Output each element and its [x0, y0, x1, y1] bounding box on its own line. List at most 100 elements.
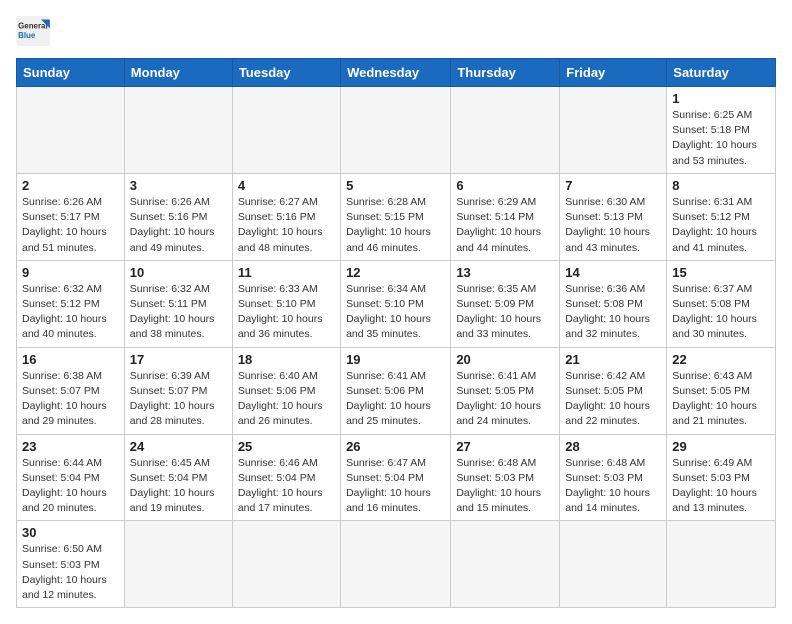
day-number: 12	[346, 265, 445, 280]
calendar-cell: 23Sunrise: 6:44 AMSunset: 5:04 PMDayligh…	[17, 434, 125, 521]
day-number: 27	[456, 439, 554, 454]
calendar-cell: 6 Sunrise: 6:29 AMSunset: 5:14 PMDaylight…	[451, 173, 560, 260]
day-number: 17	[130, 352, 227, 367]
day-info: Sunrise: 6:33 AMSunset: 5:10 PMDaylight:…	[238, 282, 335, 343]
day-info: Sunrise: 6:27 AMSunset: 5:16 PMDaylight:…	[238, 195, 335, 256]
day-of-week-header: Wednesday	[341, 59, 451, 87]
day-number: 13	[456, 265, 554, 280]
day-of-week-header: Monday	[124, 59, 232, 87]
calendar-cell	[232, 521, 340, 608]
day-number: 8	[672, 178, 770, 193]
calendar-cell: 28 Sunrise: 6:48 AMSunset: 5:03 PMDayligh…	[560, 434, 667, 521]
day-info: Sunrise: 6:37 AMSunset: 5:08 PMDaylight:…	[672, 282, 770, 343]
calendar-cell: 26 Sunrise: 6:47 AMSunset: 5:04 PMDayligh…	[341, 434, 451, 521]
logo: General Blue	[16, 16, 52, 46]
calendar-cell	[667, 521, 776, 608]
day-info: Sunrise: 6:49 AMSunset: 5:03 PMDaylight:…	[672, 456, 770, 517]
day-of-week-header: Saturday	[667, 59, 776, 87]
day-number: 1	[672, 91, 770, 106]
day-number: 2	[22, 178, 119, 193]
svg-text:General: General	[18, 21, 48, 30]
day-info: Sunrise: 6:29 AMSunset: 5:14 PMDaylight:…	[456, 195, 554, 256]
calendar-cell: 8 Sunrise: 6:31 AMSunset: 5:12 PMDaylight…	[667, 173, 776, 260]
calendar-cell	[232, 87, 340, 174]
day-number: 3	[130, 178, 227, 193]
day-number: 23	[22, 439, 119, 454]
day-info: Sunrise: 6:30 AMSunset: 5:13 PMDaylight:…	[565, 195, 661, 256]
day-of-week-header: Sunday	[17, 59, 125, 87]
day-info: Sunrise: 6:43 AMSunset: 5:05 PMDaylight:…	[672, 369, 770, 430]
calendar-cell: 1 Sunrise: 6:25 AMSunset: 5:18 PMDaylight…	[667, 87, 776, 174]
day-info: Sunrise: 6:45 AMSunset: 5:04 PMDaylight:…	[130, 456, 227, 517]
calendar-cell: 15 Sunrise: 6:37 AMSunset: 5:08 PMDayligh…	[667, 260, 776, 347]
day-number: 11	[238, 265, 335, 280]
day-number: 14	[565, 265, 661, 280]
calendar-cell: 2 Sunrise: 6:26 AMSunset: 5:17 PMDaylight…	[17, 173, 125, 260]
day-number: 21	[565, 352, 661, 367]
calendar-cell: 19 Sunrise: 6:41 AMSunset: 5:06 PMDayligh…	[341, 347, 451, 434]
day-number: 4	[238, 178, 335, 193]
calendar-cell: 17 Sunrise: 6:39 AMSunset: 5:07 PMDayligh…	[124, 347, 232, 434]
calendar-cell	[341, 521, 451, 608]
day-info: Sunrise: 6:47 AMSunset: 5:04 PMDaylight:…	[346, 456, 445, 517]
day-of-week-header: Friday	[560, 59, 667, 87]
day-number: 24	[130, 439, 227, 454]
day-info: Sunrise: 6:36 AMSunset: 5:08 PMDaylight:…	[565, 282, 661, 343]
day-number: 5	[346, 178, 445, 193]
day-info: Sunrise: 6:41 AMSunset: 5:06 PMDaylight:…	[346, 369, 445, 430]
calendar-cell	[451, 87, 560, 174]
calendar-cell: 9 Sunrise: 6:32 AMSunset: 5:12 PMDaylight…	[17, 260, 125, 347]
day-info: Sunrise: 6:31 AMSunset: 5:12 PMDaylight:…	[672, 195, 770, 256]
day-info: Sunrise: 6:46 AMSunset: 5:04 PMDaylight:…	[238, 456, 335, 517]
calendar-cell: 30 Sunrise: 6:50 AMSunset: 5:03 PMDayligh…	[17, 521, 125, 608]
day-number: 19	[346, 352, 445, 367]
day-number: 28	[565, 439, 661, 454]
calendar-cell: 5 Sunrise: 6:28 AMSunset: 5:15 PMDaylight…	[341, 173, 451, 260]
day-info: Sunrise: 6:32 AMSunset: 5:12 PMDaylight:…	[22, 282, 119, 343]
day-number: 29	[672, 439, 770, 454]
svg-text:Blue: Blue	[18, 31, 36, 40]
day-info: Sunrise: 6:32 AMSunset: 5:11 PMDaylight:…	[130, 282, 227, 343]
day-number: 15	[672, 265, 770, 280]
calendar-cell: 7 Sunrise: 6:30 AMSunset: 5:13 PMDaylight…	[560, 173, 667, 260]
day-info: Sunrise: 6:28 AMSunset: 5:15 PMDaylight:…	[346, 195, 445, 256]
calendar: SundayMondayTuesdayWednesdayThursdayFrid…	[16, 58, 776, 608]
calendar-cell: 29 Sunrise: 6:49 AMSunset: 5:03 PMDayligh…	[667, 434, 776, 521]
calendar-cell: 10Sunrise: 6:32 AMSunset: 5:11 PMDayligh…	[124, 260, 232, 347]
day-number: 9	[22, 265, 119, 280]
day-info: Sunrise: 6:50 AMSunset: 5:03 PMDaylight:…	[22, 542, 119, 603]
calendar-cell: 13 Sunrise: 6:35 AMSunset: 5:09 PMDayligh…	[451, 260, 560, 347]
day-info: Sunrise: 6:39 AMSunset: 5:07 PMDaylight:…	[130, 369, 227, 430]
calendar-cell: 24 Sunrise: 6:45 AMSunset: 5:04 PMDayligh…	[124, 434, 232, 521]
day-number: 30	[22, 525, 119, 540]
day-info: Sunrise: 6:48 AMSunset: 5:03 PMDaylight:…	[456, 456, 554, 517]
day-info: Sunrise: 6:42 AMSunset: 5:05 PMDaylight:…	[565, 369, 661, 430]
day-number: 25	[238, 439, 335, 454]
calendar-cell	[560, 521, 667, 608]
calendar-cell: 25 Sunrise: 6:46 AMSunset: 5:04 PMDayligh…	[232, 434, 340, 521]
day-info: Sunrise: 6:48 AMSunset: 5:03 PMDaylight:…	[565, 456, 661, 517]
day-of-week-header: Thursday	[451, 59, 560, 87]
day-of-week-header: Tuesday	[232, 59, 340, 87]
day-info: Sunrise: 6:25 AMSunset: 5:18 PMDaylight:…	[672, 108, 770, 169]
calendar-cell: 14 Sunrise: 6:36 AMSunset: 5:08 PMDayligh…	[560, 260, 667, 347]
day-info: Sunrise: 6:38 AMSunset: 5:07 PMDaylight:…	[22, 369, 119, 430]
day-number: 26	[346, 439, 445, 454]
day-number: 7	[565, 178, 661, 193]
calendar-cell: 4 Sunrise: 6:27 AMSunset: 5:16 PMDaylight…	[232, 173, 340, 260]
calendar-cell: 12 Sunrise: 6:34 AMSunset: 5:10 PMDayligh…	[341, 260, 451, 347]
header: General Blue	[16, 16, 776, 46]
calendar-cell: 21 Sunrise: 6:42 AMSunset: 5:05 PMDayligh…	[560, 347, 667, 434]
day-number: 6	[456, 178, 554, 193]
day-info: Sunrise: 6:34 AMSunset: 5:10 PMDaylight:…	[346, 282, 445, 343]
calendar-cell: 3 Sunrise: 6:26 AMSunset: 5:16 PMDaylight…	[124, 173, 232, 260]
day-info: Sunrise: 6:26 AMSunset: 5:16 PMDaylight:…	[130, 195, 227, 256]
calendar-cell: 18Sunrise: 6:40 AMSunset: 5:06 PMDayligh…	[232, 347, 340, 434]
calendar-cell	[560, 87, 667, 174]
day-info: Sunrise: 6:26 AMSunset: 5:17 PMDaylight:…	[22, 195, 119, 256]
calendar-cell	[341, 87, 451, 174]
day-number: 22	[672, 352, 770, 367]
day-info: Sunrise: 6:40 AMSunset: 5:06 PMDaylight:…	[238, 369, 335, 430]
calendar-cell: 16Sunrise: 6:38 AMSunset: 5:07 PMDayligh…	[17, 347, 125, 434]
day-info: Sunrise: 6:35 AMSunset: 5:09 PMDaylight:…	[456, 282, 554, 343]
